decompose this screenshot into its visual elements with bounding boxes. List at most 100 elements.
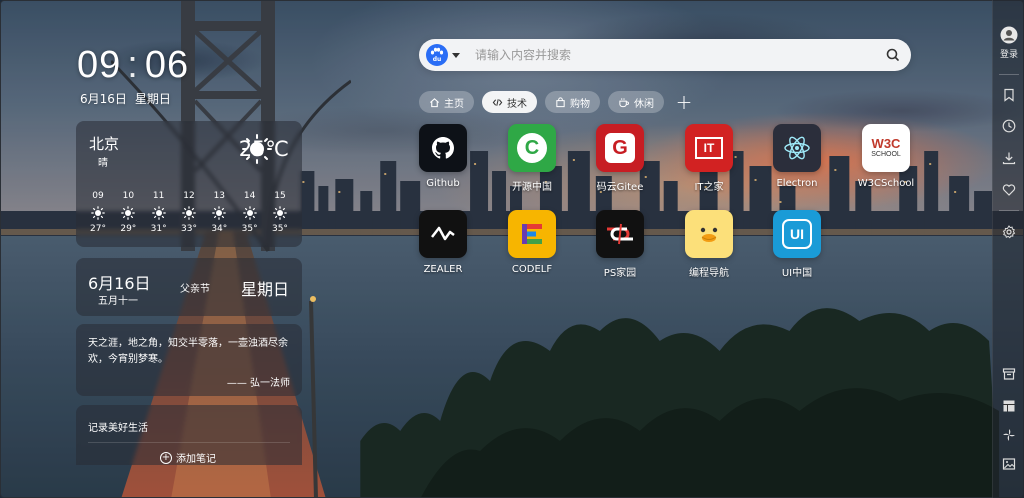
weather-hour: 14 35° bbox=[236, 191, 264, 234]
oschina-icon: C bbox=[508, 124, 556, 172]
app-uichina[interactable]: UI UI中国 bbox=[765, 210, 829, 279]
download-icon bbox=[1002, 152, 1016, 165]
app-code-nav[interactable]: 编程导航 bbox=[677, 210, 741, 279]
github-icon bbox=[419, 124, 467, 172]
search-engine-selector[interactable]: du bbox=[419, 39, 467, 71]
search-input[interactable] bbox=[467, 39, 875, 71]
w3c-glyph: W3C bbox=[871, 136, 901, 151]
app-w3cschool[interactable]: W3C SCHOOL W3CSchool bbox=[854, 124, 918, 189]
tab-tech[interactable]: 技术 bbox=[482, 91, 537, 113]
tab-leisure-label: 休闲 bbox=[634, 98, 654, 110]
sidebar-layout[interactable] bbox=[993, 399, 1024, 413]
duck-icon bbox=[685, 210, 733, 258]
gitee-icon: G bbox=[596, 124, 644, 172]
weather-hour: 12 33° bbox=[175, 191, 203, 234]
quote-text: 天之涯，地之角，知交半零落，一壶浊酒尽余欢，今宵别梦寒。 bbox=[88, 338, 288, 365]
app-label: CODELF bbox=[511, 264, 553, 275]
tab-shopping-label: 购物 bbox=[570, 98, 590, 110]
weather-condition: 晴 bbox=[98, 158, 108, 169]
weather-hour-time: 09 bbox=[92, 191, 104, 201]
app-oschina[interactable]: C 开源中国 bbox=[500, 124, 564, 193]
add-tab-button[interactable]: + bbox=[672, 90, 696, 114]
app-zealer[interactable]: ZEALER bbox=[411, 210, 475, 275]
app-label: PS家园 bbox=[603, 268, 637, 279]
weather-hour: 11 31° bbox=[145, 191, 173, 234]
ithome-glyph: IT bbox=[703, 141, 715, 155]
sidebar-history[interactable] bbox=[993, 119, 1024, 133]
weather-hour-temp: 35° bbox=[241, 224, 258, 234]
sidebar-downloads[interactable] bbox=[993, 151, 1024, 165]
ithome-icon: IT bbox=[685, 124, 733, 172]
weather-hour-temp: 33° bbox=[181, 224, 197, 234]
weather-hour-time: 14 bbox=[243, 191, 256, 201]
app-ithome[interactable]: IT IT之家 bbox=[677, 124, 741, 193]
oschina-glyph: C bbox=[524, 136, 540, 159]
bookmark-icon bbox=[1004, 88, 1014, 102]
weather-hour: 10 29° bbox=[114, 191, 142, 234]
weather-hourly: 09 27° 10 29° 11 31° 12 33° 13 34° 14 35° 15 35… bbox=[84, 191, 294, 234]
sidebar-settings[interactable] bbox=[993, 225, 1024, 239]
app-github[interactable]: Github bbox=[411, 124, 475, 189]
image-icon bbox=[1002, 458, 1016, 470]
date-day: 6月16日 bbox=[80, 92, 127, 106]
w3c-sub-glyph: SCHOOL bbox=[871, 151, 901, 158]
tab-shopping[interactable]: 购物 bbox=[545, 91, 600, 113]
sun-icon bbox=[212, 206, 227, 220]
weather-temperature: 25℃ bbox=[238, 137, 289, 161]
app-label: 开源中国 bbox=[512, 182, 552, 193]
sidebar-favorites[interactable] bbox=[993, 183, 1024, 197]
calendar-lunar: 五月十一 bbox=[98, 296, 138, 307]
sidebar-archive[interactable] bbox=[993, 367, 1024, 381]
calendar-date: 6月16日 bbox=[88, 274, 151, 293]
quote-author: —— 弘一法师 bbox=[226, 378, 290, 389]
app-electron[interactable]: Electron bbox=[765, 124, 829, 189]
clock-hours: 09 bbox=[77, 44, 122, 86]
add-note-button[interactable]: + 添加笔记 bbox=[160, 450, 216, 465]
plus-circle-icon: + bbox=[160, 451, 172, 464]
uichina-icon: UI bbox=[773, 210, 821, 258]
app-label: UI中国 bbox=[781, 268, 813, 279]
login-label: 登录 bbox=[999, 50, 1018, 60]
weather-hour-temp: 29° bbox=[120, 224, 137, 234]
calendar-festival: 父亲节 bbox=[180, 284, 210, 295]
search-button[interactable] bbox=[875, 39, 911, 71]
category-tabs: 主页 技术 购物 休闲 + bbox=[419, 90, 696, 114]
search-bar: du bbox=[419, 39, 911, 71]
settings-icon bbox=[1002, 225, 1016, 239]
quote-card[interactable]: 天之涯，地之角，知交半零落，一壶浊酒尽余欢，今宵别梦寒。 —— 弘一法师 bbox=[76, 324, 302, 396]
right-sidebar: 登录 bbox=[992, 0, 1024, 498]
tab-leisure[interactable]: 休闲 bbox=[608, 91, 664, 113]
app-ps-home[interactable]: PS家园 bbox=[588, 210, 652, 279]
weather-card[interactable]: 北京 晴 25℃ 09 27° 10 29° 11 31° 12 33° 13 34° 1… bbox=[76, 121, 302, 247]
sun-icon bbox=[91, 206, 105, 220]
weather-city: 北京 bbox=[89, 135, 120, 153]
sidebar-wallpaper[interactable] bbox=[993, 457, 1024, 471]
memo-divider bbox=[88, 442, 290, 443]
calendar-card[interactable]: 6月16日 五月十一 父亲节 星期日 bbox=[76, 258, 302, 316]
weather-hour-time: 13 bbox=[213, 191, 226, 201]
weather-hour-time: 12 bbox=[183, 191, 195, 201]
archive-icon bbox=[1002, 368, 1016, 380]
sun-icon bbox=[182, 206, 196, 220]
calendar-weekday: 星期日 bbox=[240, 280, 289, 299]
app-codelf[interactable]: CODELF bbox=[500, 210, 564, 275]
login-button[interactable]: 登录 bbox=[993, 26, 1024, 60]
sun-icon bbox=[273, 206, 287, 220]
gitee-glyph: G bbox=[612, 136, 628, 159]
weather-hour-temp: 27° bbox=[90, 224, 106, 234]
layout-icon bbox=[1003, 400, 1015, 412]
home-icon bbox=[430, 97, 439, 107]
uichina-glyph: UI bbox=[790, 226, 804, 242]
weather-hour: 09 27° bbox=[84, 191, 112, 234]
coffee-icon bbox=[619, 97, 630, 107]
app-gitee[interactable]: G 码云Gitee bbox=[588, 124, 652, 193]
tab-home[interactable]: 主页 bbox=[419, 91, 474, 113]
memo-card: 记录美好生活 + 添加笔记 bbox=[76, 405, 302, 465]
sidebar-theme[interactable] bbox=[993, 428, 1024, 442]
weather-hour-temp: 34° bbox=[211, 224, 228, 234]
codelf-icon bbox=[508, 210, 556, 258]
sun-icon bbox=[121, 206, 136, 220]
ps-icon bbox=[596, 210, 644, 258]
app-label: Electron bbox=[776, 178, 818, 189]
sidebar-bookmarks[interactable] bbox=[993, 88, 1024, 102]
